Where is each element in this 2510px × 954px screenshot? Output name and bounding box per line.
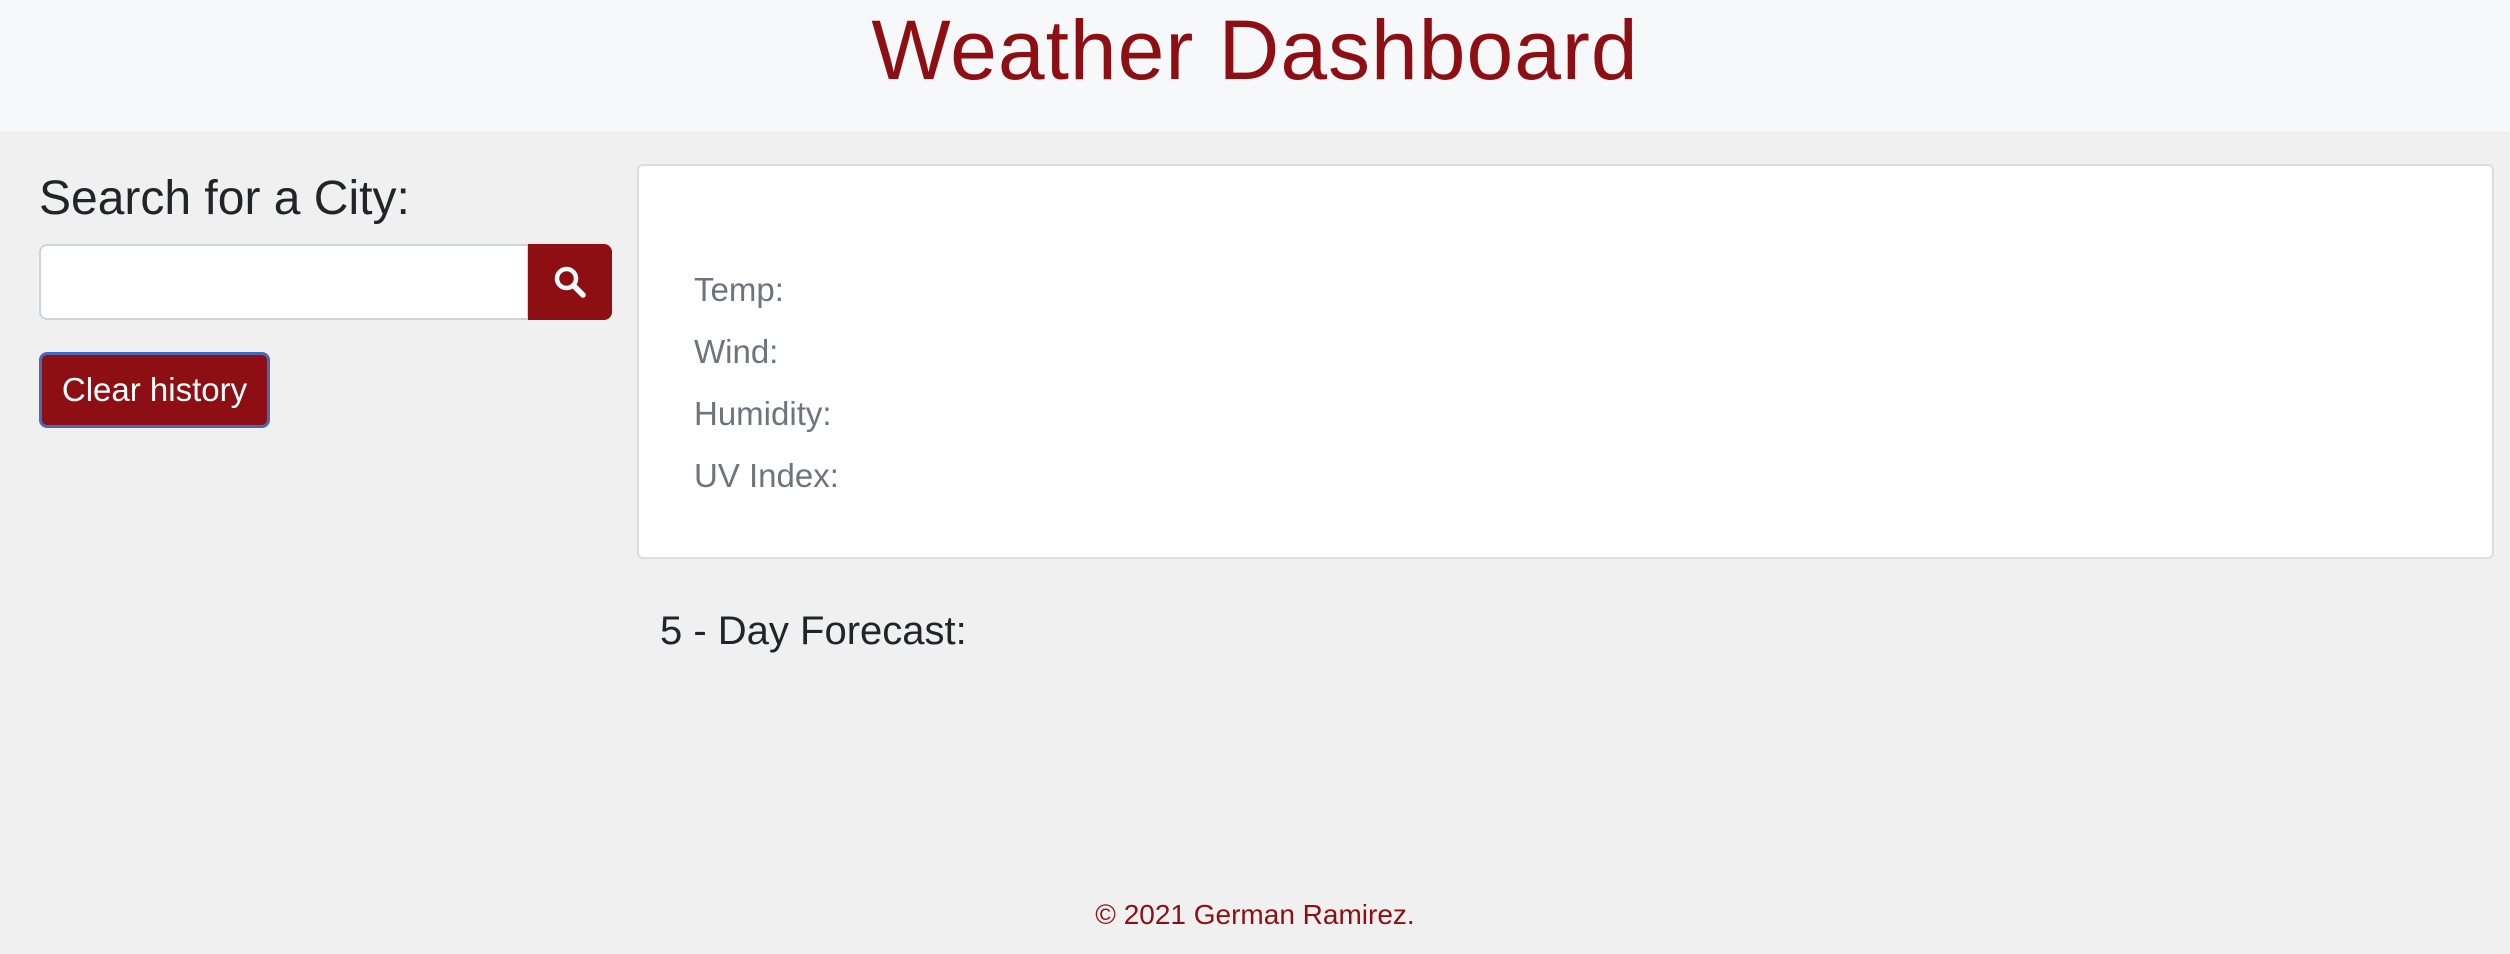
humidity-label: Humidity: (694, 395, 832, 432)
search-group (39, 244, 612, 320)
uv-index-label: UV Index: (694, 457, 839, 494)
humidity-stat: Humidity: (694, 394, 832, 434)
clear-history-button[interactable]: Clear history (39, 352, 270, 428)
current-weather-card: Temp: Wind: Humidity: UV Index: (637, 164, 2494, 559)
search-icon (554, 266, 586, 298)
page-footer: © 2021 German Ramirez. (0, 897, 2510, 933)
wind-label: Wind: (694, 333, 779, 370)
search-heading: Search for a City: (39, 172, 410, 225)
temp-stat: Temp: (694, 270, 784, 310)
temp-label: Temp: (694, 271, 784, 308)
wind-stat: Wind: (694, 332, 778, 372)
city-search-input[interactable] (39, 244, 529, 320)
page-title: Weather Dashboard (871, 3, 1639, 97)
footer-copyright: © 2021 German Ramirez. (1095, 899, 1415, 930)
forecast-heading: 5 - Day Forecast: (660, 609, 967, 653)
search-button[interactable] (528, 244, 612, 320)
uv-index-stat: UV Index: (694, 456, 839, 496)
page-header: Weather Dashboard (0, 0, 2510, 133)
